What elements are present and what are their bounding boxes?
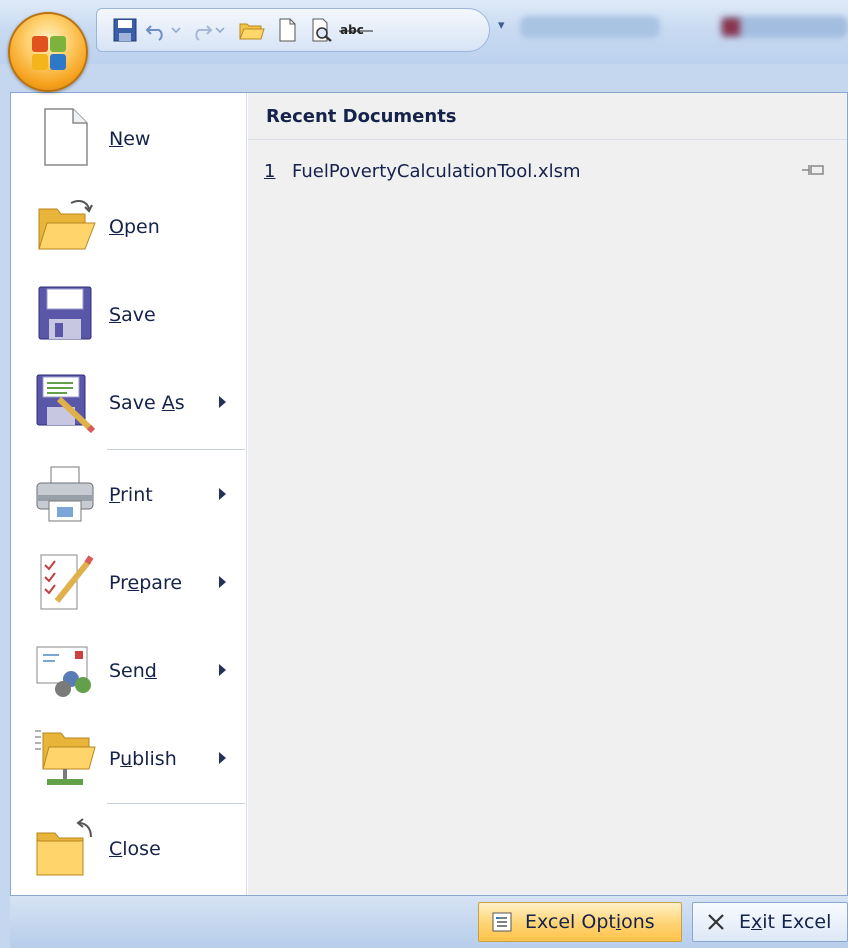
close-icon bbox=[708, 914, 724, 930]
close-folder-icon bbox=[36, 818, 92, 876]
blurred-title bbox=[520, 16, 660, 38]
menu-separator bbox=[107, 449, 245, 450]
recent-document-item[interactable]: 1 FuelPovertyCalculationTool.xlsm bbox=[248, 151, 847, 191]
submenu-arrow-icon bbox=[219, 664, 226, 676]
new-doc-icon[interactable] bbox=[273, 16, 301, 44]
redo-dropdown-icon[interactable] bbox=[213, 16, 227, 44]
open-folder-icon bbox=[38, 200, 96, 250]
menu-item-label: Publish bbox=[109, 748, 177, 770]
exit-excel-button[interactable]: Exit Excel bbox=[692, 902, 848, 942]
new-document-icon bbox=[44, 108, 88, 166]
menu-item-label: New bbox=[109, 128, 151, 150]
menu-item-save[interactable]: Save bbox=[11, 271, 245, 357]
menu-item-prepare[interactable]: Prepare bbox=[11, 539, 245, 625]
save-as-icon bbox=[36, 374, 96, 433]
menu-command-list: New Open Save Save As Print Prepare Send… bbox=[11, 93, 247, 895]
print-preview-icon[interactable] bbox=[307, 16, 335, 44]
open-folder-icon[interactable] bbox=[237, 16, 265, 44]
menu-item-open[interactable]: Open bbox=[11, 183, 245, 269]
menu-item-label: Open bbox=[109, 216, 160, 238]
options-icon bbox=[492, 912, 512, 932]
menu-item-label: Close bbox=[109, 838, 161, 860]
exit-excel-label: Exit Excel bbox=[739, 911, 832, 933]
menu-footer: Excel Options Exit Excel bbox=[10, 896, 848, 948]
office-menu: New Open Save Save As Print Prepare Send… bbox=[10, 92, 848, 896]
prepare-icon bbox=[40, 554, 94, 610]
menu-item-label: Save As bbox=[109, 392, 185, 414]
office-logo-icon bbox=[32, 36, 66, 70]
blurred-title-app bbox=[720, 16, 848, 38]
svg-text:abc: abc bbox=[340, 23, 364, 37]
recent-documents-title: Recent Documents bbox=[266, 106, 457, 127]
menu-item-send[interactable]: Send bbox=[11, 627, 245, 713]
submenu-arrow-icon bbox=[219, 752, 226, 764]
send-icon bbox=[36, 646, 91, 697]
customize-quick-access-icon[interactable]: ▾ bbox=[498, 18, 505, 33]
recent-documents-pane: Recent Documents 1 FuelPovertyCalculatio… bbox=[248, 93, 847, 895]
undo-icon[interactable] bbox=[143, 16, 171, 44]
pin-icon[interactable] bbox=[801, 161, 825, 179]
recent-documents-header: Recent Documents bbox=[248, 93, 847, 140]
publish-icon bbox=[35, 730, 96, 785]
excel-options-label: Excel Options bbox=[525, 911, 655, 933]
submenu-arrow-icon bbox=[219, 488, 226, 500]
menu-item-new[interactable]: New bbox=[11, 95, 245, 181]
redo-icon[interactable] bbox=[187, 16, 215, 44]
title-bar: abc ▾ bbox=[0, 0, 848, 64]
undo-dropdown-icon[interactable] bbox=[169, 16, 183, 44]
menu-item-label: Send bbox=[109, 660, 157, 682]
menu-item-publish[interactable]: Publish bbox=[11, 715, 245, 801]
printer-icon bbox=[36, 466, 94, 522]
recent-document-name: FuelPovertyCalculationTool.xlsm bbox=[292, 161, 581, 182]
quick-access-toolbar: abc bbox=[96, 8, 490, 52]
menu-item-print[interactable]: Print bbox=[11, 451, 245, 537]
menu-item-label: Save bbox=[109, 304, 156, 326]
menu-item-label: Prepare bbox=[109, 572, 183, 594]
menu-separator bbox=[107, 803, 245, 804]
menu-item-close[interactable]: Close bbox=[11, 805, 245, 891]
excel-options-button[interactable]: Excel Options bbox=[478, 902, 682, 942]
save-icon bbox=[38, 286, 92, 340]
save-icon[interactable] bbox=[111, 16, 139, 44]
submenu-arrow-icon bbox=[219, 396, 226, 408]
office-button[interactable] bbox=[8, 12, 88, 92]
recent-document-number: 1 bbox=[264, 161, 276, 182]
spelling-icon[interactable]: abc bbox=[337, 16, 377, 44]
submenu-arrow-icon bbox=[219, 576, 226, 588]
menu-item-label: Print bbox=[109, 484, 153, 506]
menu-item-save-as[interactable]: Save As bbox=[11, 359, 245, 445]
